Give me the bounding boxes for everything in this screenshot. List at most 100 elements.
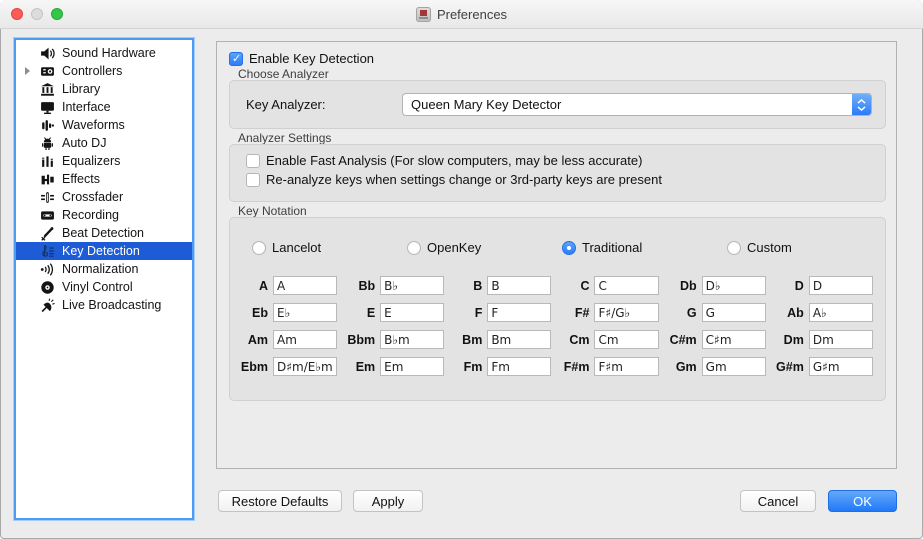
- key-cell-cm: Cm: [561, 330, 658, 349]
- sidebar-item-label: Vinyl Control: [62, 280, 133, 294]
- key-analyzer-selected-option: Queen Mary Key Detector: [411, 97, 561, 112]
- key-cell-csharpm: C#m: [669, 330, 766, 349]
- key-cell-d: D: [776, 276, 873, 295]
- radio-lancelot-label: Lancelot: [272, 240, 321, 255]
- key-label: G#m: [776, 360, 804, 374]
- sidebar-item-recording[interactable]: Recording: [16, 206, 192, 224]
- key-cell-e: E: [347, 303, 444, 322]
- key-label: Bm: [454, 333, 482, 347]
- key-cell-dm: Dm: [776, 330, 873, 349]
- key-cell-fsharpm: F#m: [561, 357, 658, 376]
- radio-openkey[interactable]: OpenKey: [407, 240, 481, 255]
- key-input-fsharpm[interactable]: [594, 357, 658, 376]
- key-input-f[interactable]: [487, 303, 551, 322]
- library-icon: [40, 82, 55, 97]
- sidebar-item-sound-hardware[interactable]: Sound Hardware: [16, 44, 192, 62]
- key-label: Cm: [561, 333, 589, 347]
- cassette-icon: [40, 208, 55, 223]
- key-input-ebm[interactable]: [273, 357, 337, 376]
- radio-traditional[interactable]: Traditional: [562, 240, 642, 255]
- key-cell-f: F: [454, 303, 551, 322]
- key-cell-g: G: [669, 303, 766, 322]
- key-input-am[interactable]: [273, 330, 337, 349]
- titlebar: Preferences: [0, 0, 923, 29]
- sidebar-item-vinyl-control[interactable]: Vinyl Control: [16, 278, 192, 296]
- key-input-gm[interactable]: [702, 357, 766, 376]
- fast-analysis-checkbox[interactable]: [246, 154, 260, 168]
- key-detection-panel: Enable Key Detection Choose Analyzer Key…: [216, 41, 897, 469]
- key-input-e[interactable]: [380, 303, 444, 322]
- key-cell-eb: Eb: [240, 303, 337, 322]
- preferences-window: Preferences Sound Hardware Controllers L…: [0, 0, 923, 539]
- sidebar-item-beat-detection[interactable]: Beat Detection: [16, 224, 192, 242]
- close-button[interactable]: [11, 8, 23, 20]
- key-input-c[interactable]: [594, 276, 658, 295]
- key-input-fsharp[interactable]: [594, 303, 658, 322]
- sidebar-item-crossfader[interactable]: Crossfader: [16, 188, 192, 206]
- key-input-d[interactable]: [809, 276, 873, 295]
- sidebar-item-live-broadcasting[interactable]: Live Broadcasting: [16, 296, 192, 314]
- sidebar-item-controllers[interactable]: Controllers: [16, 62, 192, 80]
- preferences-sidebar: Sound Hardware Controllers Library Inter…: [14, 38, 194, 520]
- key-input-b[interactable]: [487, 276, 551, 295]
- reanalyze-keys-checkbox[interactable]: [246, 173, 260, 187]
- key-input-ab[interactable]: [809, 303, 873, 322]
- fast-analysis-row[interactable]: Enable Fast Analysis (For slow computers…: [246, 153, 642, 168]
- key-cell-db: Db: [669, 276, 766, 295]
- radio-custom[interactable]: Custom: [727, 240, 792, 255]
- key-input-g[interactable]: [702, 303, 766, 322]
- sidebar-item-waveforms[interactable]: Waveforms: [16, 116, 192, 134]
- key-input-bbm[interactable]: [380, 330, 444, 349]
- key-label: Ab: [776, 306, 804, 320]
- key-input-db[interactable]: [702, 276, 766, 295]
- window-title-group: Preferences: [416, 7, 507, 22]
- reanalyze-keys-row[interactable]: Re-analyze keys when settings change or …: [246, 172, 662, 187]
- sidebar-item-label: Live Broadcasting: [62, 298, 161, 312]
- key-input-gsharpm[interactable]: [809, 357, 873, 376]
- key-cell-ab: Ab: [776, 303, 873, 322]
- sidebar-item-library[interactable]: Library: [16, 80, 192, 98]
- expand-triangle-icon[interactable]: [25, 67, 30, 75]
- enable-key-detection-row[interactable]: Enable Key Detection: [229, 51, 374, 66]
- app-icon: [416, 7, 431, 22]
- ok-button[interactable]: OK: [828, 490, 897, 512]
- radio-custom-control[interactable]: [727, 241, 741, 255]
- key-label: F: [454, 306, 482, 320]
- key-input-bb[interactable]: [380, 276, 444, 295]
- key-input-csharpm[interactable]: [702, 330, 766, 349]
- sidebar-item-normalization[interactable]: Normalization: [16, 260, 192, 278]
- restore-defaults-button[interactable]: Restore Defaults: [218, 490, 342, 512]
- key-label: Em: [347, 360, 375, 374]
- key-input-fm[interactable]: [487, 357, 551, 376]
- radio-lancelot-control[interactable]: [252, 241, 266, 255]
- speaker-icon: [40, 46, 55, 61]
- zoom-button[interactable]: [51, 8, 63, 20]
- key-input-eb[interactable]: [273, 303, 337, 322]
- sidebar-item-auto-dj[interactable]: Auto DJ: [16, 134, 192, 152]
- enable-key-detection-label: Enable Key Detection: [249, 51, 374, 66]
- key-input-bm[interactable]: [487, 330, 551, 349]
- key-analyzer-select[interactable]: Queen Mary Key Detector: [402, 93, 872, 116]
- cancel-button[interactable]: Cancel: [740, 490, 816, 512]
- key-label: E: [347, 306, 375, 320]
- dropdown-stepper-icon[interactable]: [852, 94, 871, 115]
- radio-openkey-control[interactable]: [407, 241, 421, 255]
- key-label: C: [561, 279, 589, 293]
- key-input-dm[interactable]: [809, 330, 873, 349]
- key-cell-ebm: Ebm: [240, 357, 337, 376]
- key-label: Bb: [347, 279, 375, 293]
- radio-traditional-control[interactable]: [562, 241, 576, 255]
- radio-lancelot[interactable]: Lancelot: [252, 240, 321, 255]
- key-label: Db: [669, 279, 697, 293]
- apply-button[interactable]: Apply: [353, 490, 423, 512]
- sidebar-item-key-detection[interactable]: Key Detection: [16, 242, 192, 260]
- key-input-em[interactable]: [380, 357, 444, 376]
- sidebar-item-interface[interactable]: Interface: [16, 98, 192, 116]
- key-cell-gm: Gm: [669, 357, 766, 376]
- sidebar-item-equalizers[interactable]: Equalizers: [16, 152, 192, 170]
- enable-key-detection-checkbox[interactable]: [229, 52, 243, 66]
- sidebar-item-effects[interactable]: Effects: [16, 170, 192, 188]
- key-input-cm[interactable]: [594, 330, 658, 349]
- effects-icon: [40, 172, 55, 187]
- key-input-a[interactable]: [273, 276, 337, 295]
